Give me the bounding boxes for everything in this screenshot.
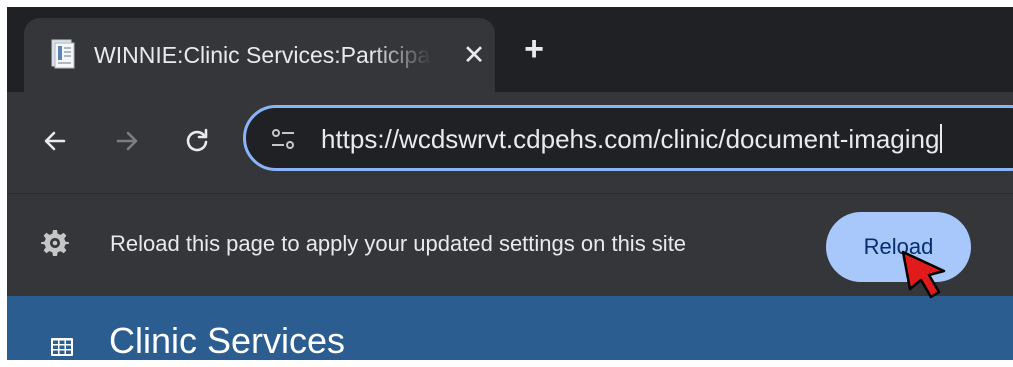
active-tab[interactable]: WINNIE:Clinic Services:Participant Searc…: [24, 18, 495, 92]
document-favicon-icon: [51, 39, 75, 69]
reload-icon[interactable]: [175, 119, 219, 163]
forward-arrow-icon[interactable]: [105, 119, 149, 163]
mouse-cursor-icon: [901, 250, 946, 299]
text-caret: [940, 124, 943, 153]
tab-title: WINNIE:Clinic Services:Participant Searc…: [94, 42, 432, 68]
reload-button[interactable]: Reload: [826, 212, 971, 282]
tab-strip: WINNIE:Clinic Services:Participant Searc…: [7, 7, 1013, 92]
toolbar: https://wcdswrvt.cdpehs.com/clinic/docum…: [7, 92, 1013, 193]
address-bar[interactable]: https://wcdswrvt.cdpehs.com/clinic/docum…: [243, 105, 1013, 171]
tune-icon[interactable]: [268, 124, 298, 154]
page-title: Clinic Services: [109, 320, 346, 360]
page-header: Clinic Services: [7, 296, 1013, 360]
url-field[interactable]: https://wcdswrvt.cdpehs.com/clinic/docum…: [321, 119, 943, 159]
reload-infobar: Reload this page to apply your updated s…: [7, 193, 1013, 296]
browser-window: WINNIE:Clinic Services:Participant Searc…: [7, 7, 1013, 360]
url-text: https://wcdswrvt.cdpehs.com/clinic/docum…: [321, 124, 940, 154]
back-arrow-icon[interactable]: [33, 119, 77, 163]
grid-icon: [51, 338, 73, 356]
infobar-message: Reload this page to apply your updated s…: [110, 231, 687, 256]
new-tab-button[interactable]: +: [512, 29, 556, 69]
gear-icon: [41, 230, 69, 256]
close-tab-icon[interactable]: ✕: [457, 38, 491, 72]
